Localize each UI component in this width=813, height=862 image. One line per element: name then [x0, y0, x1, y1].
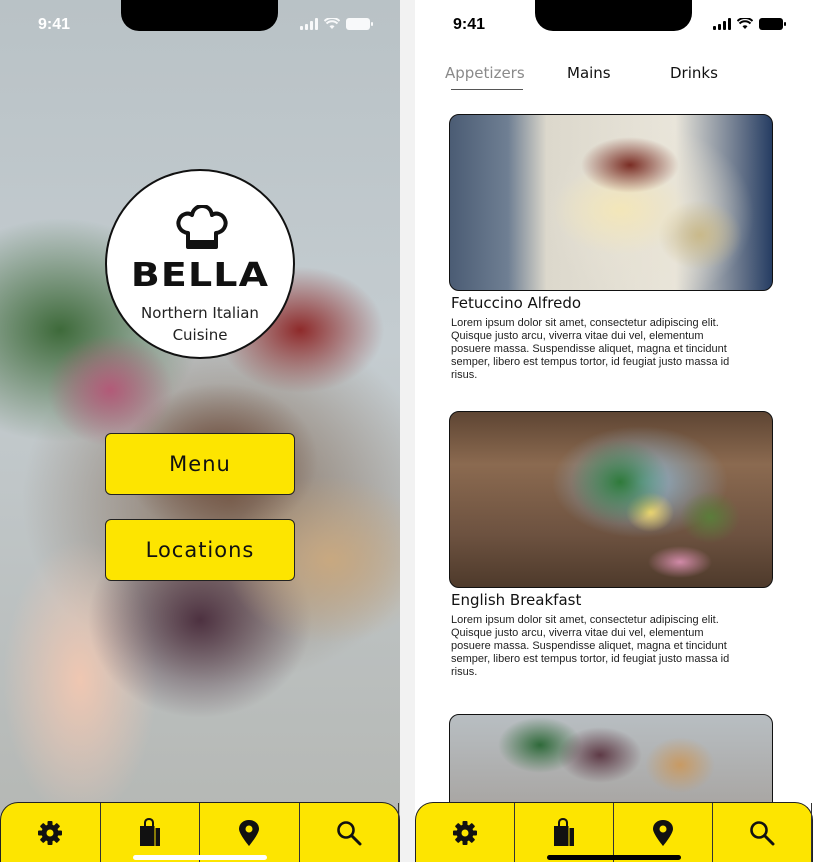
notch: [121, 0, 278, 31]
food-photo: [449, 114, 773, 291]
home-screen: 9:41 BELLA Northern Italian Cuisine Menu…: [0, 0, 400, 862]
location-pin-icon: [653, 819, 673, 846]
tagline-line-1: Northern Italian: [141, 304, 259, 322]
tab-mains[interactable]: Mains: [567, 64, 611, 82]
brand-name: BELLA: [130, 255, 270, 294]
home-indicator: [133, 855, 267, 860]
menu-button[interactable]: Menu: [105, 433, 295, 495]
tab-settings[interactable]: [1, 803, 101, 862]
battery-icon: [759, 18, 786, 30]
notch: [535, 0, 692, 31]
location-pin-icon: [239, 819, 260, 846]
signal-icon: [300, 18, 318, 30]
bottom-tab-bar: [0, 802, 400, 862]
chef-hat-icon: [176, 205, 228, 249]
tab-locations[interactable]: [614, 803, 713, 862]
wifi-icon: [324, 18, 340, 29]
menu-item-description: Lorem ipsum dolor sit amet, consectetur …: [451, 317, 730, 381]
shopping-bag-icon: [139, 817, 160, 846]
menu-item-title: Fetuccino Alfredo: [451, 294, 582, 312]
tab-drinks[interactable]: Drinks: [670, 64, 718, 82]
gear-icon: [453, 820, 477, 845]
signal-icon: [713, 18, 731, 30]
tagline-line-2: Cuisine: [172, 326, 228, 344]
home-indicator: [547, 855, 681, 860]
menu-item-card[interactable]: English Breakfast Lorem ipsum dolor sit …: [449, 411, 773, 679]
category-tabs: Appetizers Mains Drinks: [445, 64, 765, 94]
tab-appetizers[interactable]: Appetizers: [445, 64, 525, 82]
food-photo: [449, 411, 773, 588]
bottom-tab-bar: [415, 802, 813, 862]
menu-item-title: English Breakfast: [451, 591, 582, 609]
screen-divider: [400, 0, 415, 862]
active-tab-indicator: [451, 89, 523, 90]
battery-icon: [346, 18, 373, 30]
gear-icon: [38, 820, 63, 845]
wifi-icon: [737, 18, 753, 29]
tab-search[interactable]: [713, 803, 812, 862]
status-icons: [300, 18, 373, 30]
status-icons: [713, 18, 786, 30]
search-icon: [750, 820, 775, 845]
menu-screen: 9:41 Appetizers Mains Drinks Fetuccino A…: [415, 0, 813, 862]
search-icon: [336, 820, 362, 845]
tagline: Northern Italian Cuisine: [107, 302, 293, 346]
menu-item-description: Lorem ipsum dolor sit amet, consectetur …: [451, 614, 730, 678]
shopping-bag-icon: [554, 817, 574, 846]
tab-locations[interactable]: [200, 803, 300, 862]
tab-orders[interactable]: [515, 803, 614, 862]
locations-button[interactable]: Locations: [105, 519, 295, 581]
status-time: 9:41: [38, 16, 71, 33]
status-time: 9:41: [453, 16, 486, 33]
tab-settings[interactable]: [416, 803, 515, 862]
restaurant-logo: BELLA Northern Italian Cuisine: [105, 169, 295, 359]
tab-search[interactable]: [300, 803, 399, 862]
tab-orders[interactable]: [101, 803, 200, 862]
menu-item-card[interactable]: Fetuccino Alfredo Lorem ipsum dolor sit …: [449, 114, 773, 382]
